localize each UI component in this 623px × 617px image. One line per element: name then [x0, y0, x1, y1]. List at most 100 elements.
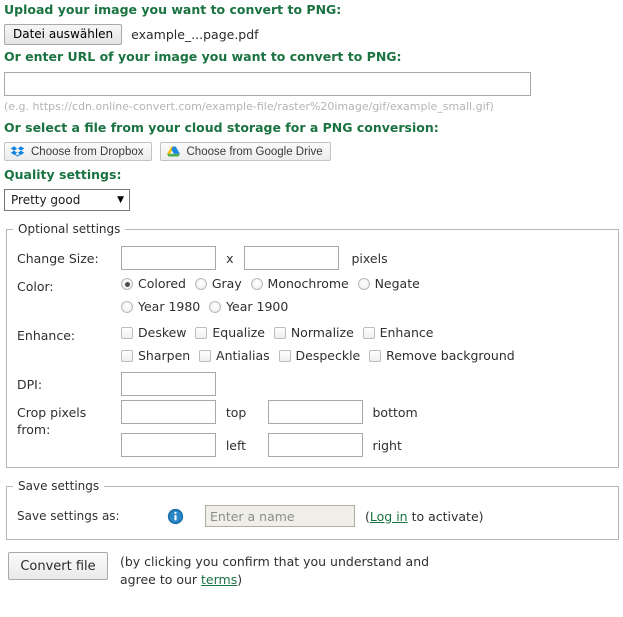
enhance-option-despeckle[interactable]: Despeckle: [278, 346, 360, 366]
enhance-option-equalize[interactable]: Equalize: [195, 323, 265, 343]
color-option-negate-label: Negate: [374, 276, 420, 291]
info-icon[interactable]: [167, 508, 184, 525]
save-settings-legend: Save settings: [18, 479, 100, 493]
color-option-year-1980[interactable]: Year 1980: [121, 297, 200, 317]
log-in-link[interactable]: Log in: [370, 509, 408, 524]
radio-negate-icon[interactable]: [357, 278, 370, 290]
checkbox-enhance-icon[interactable]: [362, 327, 375, 339]
change-size-width-input[interactable]: [121, 246, 216, 270]
choose-from-google-drive-button[interactable]: Choose from Google Drive: [159, 142, 331, 161]
enhance-option-enhance[interactable]: Enhance: [362, 323, 434, 343]
crop-top-label: top: [225, 404, 247, 420]
checkbox-antialias-icon[interactable]: [199, 350, 212, 362]
checkbox-equalize-icon[interactable]: [195, 327, 208, 339]
color-option-monochrome[interactable]: Monochrome: [250, 274, 349, 294]
enhance-option-deskew-label: Deskew: [138, 325, 187, 340]
optional-settings-legend: Optional settings: [18, 222, 121, 236]
radio-year-1900-icon[interactable]: [209, 301, 222, 313]
crop-row: Crop pixels from: top bottom left right: [7, 396, 618, 457]
url-input[interactable]: [4, 72, 531, 96]
color-options-line-2: Year 1980 Year 1900: [121, 297, 618, 319]
color-option-year-1980-label: Year 1980: [138, 299, 201, 314]
dpi-label: DPI:: [17, 377, 43, 392]
choose-file-button[interactable]: Datei auswählen: [4, 23, 123, 45]
color-options: Colored Gray Monochrome Negate Year 1980…: [121, 274, 618, 319]
dpi-row: DPI:: [7, 368, 618, 396]
change-size-separator: x: [226, 250, 234, 266]
checkbox-normalize-icon[interactable]: [273, 327, 286, 339]
change-size-height-input[interactable]: [243, 246, 339, 270]
crop-bottom-label: bottom: [372, 404, 418, 420]
change-size-row: Change Size: x pixels: [7, 242, 618, 270]
save-settings-name-input[interactable]: [205, 505, 355, 527]
cloud-storage-heading: Or select a file from your cloud storage…: [4, 120, 439, 135]
crop-left-label: left: [225, 437, 247, 453]
color-option-negate[interactable]: Negate: [357, 274, 420, 294]
enhance-option-enhance-label: Enhance: [379, 325, 434, 340]
enhance-option-remove-background-label: Remove background: [386, 348, 515, 363]
dpi-input[interactable]: [121, 372, 216, 396]
choose-from-dropbox-label: Choose from Dropbox: [31, 145, 144, 158]
crop-left-input[interactable]: [121, 433, 216, 457]
change-size-unit-label: pixels: [351, 250, 388, 266]
convert-file-button[interactable]: Convert file: [8, 552, 108, 580]
save-settings-fieldset: Save settings Save settings as: (Log in …: [6, 479, 619, 540]
choose-from-dropbox-button[interactable]: Choose from Dropbox: [4, 142, 152, 161]
chevron-down-icon: ▼: [117, 194, 124, 205]
enhance-option-normalize-label: Normalize: [290, 325, 354, 340]
terms-prefix: (by clicking you confirm that you unders…: [120, 554, 430, 587]
color-row: Color: Colored Gray Monochrome Negate Ye…: [7, 270, 618, 319]
enhance-option-antialias[interactable]: Antialias: [199, 346, 270, 366]
crop-bottom-input[interactable]: [267, 400, 363, 424]
quality-settings-heading: Quality settings:: [4, 167, 122, 182]
terms-suffix: ): [237, 572, 243, 587]
terms-note: (by clicking you confirm that you unders…: [120, 552, 450, 589]
color-option-gray[interactable]: Gray: [194, 274, 242, 294]
checkbox-remove-background-icon[interactable]: [369, 350, 382, 362]
color-option-gray-label: Gray: [211, 276, 242, 291]
radio-gray-icon[interactable]: [194, 278, 207, 290]
radio-colored-icon[interactable]: [121, 278, 133, 290]
upload-section: Upload your image you want to convert to…: [2, 0, 621, 47]
google-drive-icon: [166, 145, 181, 159]
selected-file-name: example_...page.pdf: [131, 26, 259, 42]
color-option-colored[interactable]: Colored: [121, 274, 186, 294]
checkbox-despeckle-icon[interactable]: [278, 350, 291, 362]
enhance-option-sharpen[interactable]: Sharpen: [121, 346, 190, 366]
color-label: Color:: [17, 279, 54, 294]
enhance-options: Deskew Equalize Normalize Enhance Sharpe…: [121, 323, 618, 368]
login-note-suffix: to activate): [407, 508, 484, 524]
quality-select[interactable]: Pretty good ▼: [4, 189, 130, 211]
enhance-option-remove-background[interactable]: Remove background: [369, 346, 515, 366]
enhance-option-normalize[interactable]: Normalize: [273, 323, 354, 343]
save-settings-label: Save settings as:: [17, 509, 120, 523]
change-size-label: Change Size:: [17, 251, 99, 266]
checkbox-sharpen-icon[interactable]: [121, 350, 133, 362]
quality-settings-section: Quality settings: Pretty good ▼: [2, 165, 621, 211]
crop-fields: top bottom left right: [121, 400, 618, 457]
change-size-fields: x pixels: [121, 246, 618, 270]
radio-monochrome-icon[interactable]: [250, 278, 263, 290]
dpi-fields: [121, 372, 618, 396]
enhance-option-deskew[interactable]: Deskew: [121, 323, 187, 343]
color-option-year-1900[interactable]: Year 1900: [209, 297, 288, 317]
login-note: (Log in to activate): [365, 509, 484, 524]
url-heading: Or enter URL of your image you want to c…: [4, 49, 402, 64]
dropbox-icon: [10, 145, 25, 159]
enhance-option-equalize-label: Equalize: [212, 325, 265, 340]
checkbox-deskew-icon[interactable]: [121, 327, 133, 339]
color-options-line-1: Colored Gray Monochrome Negate: [121, 274, 618, 296]
cloud-buttons-row: Choose from Dropbox Choose from Google D…: [2, 139, 621, 165]
choose-from-google-drive-label: Choose from Google Drive: [186, 145, 323, 158]
conversion-form-page: Upload your image you want to convert to…: [0, 0, 623, 617]
color-option-monochrome-label: Monochrome: [267, 276, 349, 291]
crop-right-label: right: [372, 437, 402, 453]
crop-right-input[interactable]: [267, 433, 363, 457]
terms-link[interactable]: terms: [201, 572, 237, 587]
color-option-colored-label: Colored: [138, 276, 186, 291]
crop-top-input[interactable]: [121, 400, 216, 424]
url-example-hint: (e.g. https://cdn.online-convert.com/exa…: [4, 100, 494, 113]
radio-year-1980-icon[interactable]: [121, 301, 133, 313]
enhance-option-antialias-label: Antialias: [216, 348, 270, 363]
convert-row: Convert file (by clicking you confirm th…: [2, 540, 621, 589]
